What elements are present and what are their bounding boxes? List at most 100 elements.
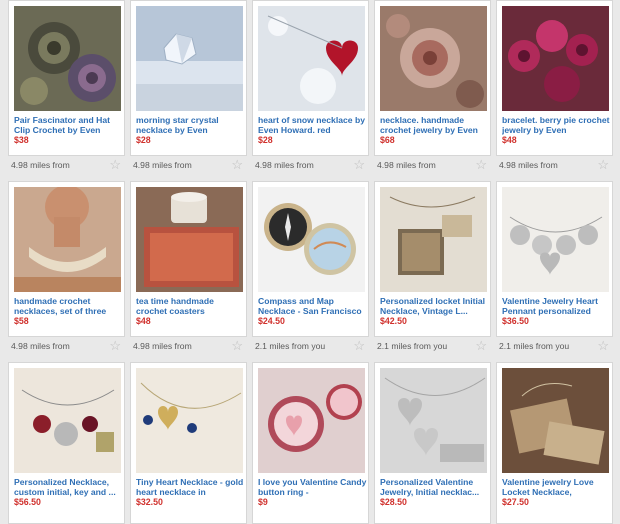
key-charm-image (14, 368, 121, 473)
locket-image (380, 187, 487, 292)
star-icon[interactable]: ☆ (109, 157, 121, 173)
listing-distance: 4.98 miles from (499, 160, 558, 170)
listing-distance: 4.98 miles from (133, 341, 192, 351)
listing-card[interactable]: Tiny Heart Necklace - gold heart necklac… (130, 362, 247, 524)
listing-price: $28 (258, 135, 273, 145)
listing-thumbnail[interactable] (258, 368, 365, 473)
listing-card[interactable]: Valentine jewelry Love Locket Necklace, … (496, 362, 613, 524)
compass-map-image (258, 187, 365, 292)
listing-price: $28 (136, 135, 151, 145)
initial-hearts-image (380, 368, 487, 473)
listing-distance: 2.1 miles from you (255, 341, 326, 351)
listing-price: $58 (14, 316, 29, 326)
star-icon[interactable]: ☆ (353, 338, 365, 354)
listing-title[interactable]: morning star crystal necklace by Even (136, 115, 246, 135)
listing-distance: 4.98 miles from (11, 160, 70, 170)
listing-thumbnail[interactable] (380, 368, 487, 473)
listing-price: $36.50 (502, 316, 529, 326)
listing-title[interactable]: Compass and Map Necklace - San Francisco (258, 296, 368, 316)
listing-price: $9 (258, 497, 268, 507)
listing-card[interactable]: Valentine Jewelry Heart Pennant personal… (496, 181, 613, 337)
star-icon[interactable]: ☆ (353, 157, 365, 173)
listing-price: $42.50 (380, 316, 407, 326)
listing-thumbnail[interactable] (136, 368, 243, 473)
listing-thumbnail[interactable] (502, 187, 609, 292)
listing-footer: 2.1 miles from you ☆ (496, 338, 613, 356)
star-icon[interactable]: ☆ (597, 338, 609, 354)
listing-card[interactable]: Pair Fascinator and Hat Clip Crochet by … (8, 0, 125, 156)
listing-footer: 2.1 miles from you ☆ (374, 338, 491, 356)
listing-thumbnail[interactable] (136, 187, 243, 292)
listing-title[interactable]: handmade crochet necklaces, set of three (14, 296, 124, 316)
listing-footer: 4.98 miles from ☆ (496, 157, 613, 175)
listing-card[interactable]: Compass and Map Necklace - San Francisco… (252, 181, 369, 337)
listing-title[interactable]: Personalized Necklace, custom initial, k… (14, 477, 124, 497)
listing-title[interactable]: necklace. handmade crochet jewelry by Ev… (380, 115, 490, 135)
listing-distance: 2.1 miles from you (499, 341, 570, 351)
listing-card[interactable]: tea time handmade crochet coasters $48 (130, 181, 247, 337)
heart-pennant-image (502, 187, 609, 292)
listing-card[interactable]: necklace. handmade crochet jewelry by Ev… (374, 0, 491, 156)
listing-card[interactable]: I love you Valentine Candy button ring -… (252, 362, 369, 524)
listing-distance: 4.98 miles from (11, 341, 70, 351)
listing-thumbnail[interactable] (136, 6, 243, 111)
flower-brooches-image (14, 6, 121, 111)
listing-distance: 4.98 miles from (255, 160, 314, 170)
listing-card[interactable]: Personalized Necklace, custom initial, k… (8, 362, 125, 524)
listing-title[interactable]: Personalized Valentine Jewelry, Initial … (380, 477, 490, 497)
listing-title[interactable]: Personalized locket Initial Necklace, Vi… (380, 296, 490, 316)
listing-title[interactable]: tea time handmade crochet coasters (136, 296, 246, 316)
listing-card[interactable]: morning star crystal necklace by Even $2… (130, 0, 247, 156)
listing-title[interactable]: Valentine jewelry Love Locket Necklace, (502, 477, 612, 497)
listing-thumbnail[interactable] (258, 187, 365, 292)
listing-price: $28.50 (380, 497, 407, 507)
berry-bracelet-image (502, 6, 609, 111)
heart-snow-image (258, 6, 365, 111)
listing-price: $27.50 (502, 497, 529, 507)
listing-card[interactable]: heart of snow necklace by Even Howard. r… (252, 0, 369, 156)
listing-title[interactable]: heart of snow necklace by Even Howard. r… (258, 115, 368, 135)
star-icon[interactable]: ☆ (231, 157, 243, 173)
listing-price: $68 (380, 135, 395, 145)
listing-card[interactable]: bracelet. berry pie crochet jewelry by E… (496, 0, 613, 156)
listing-title[interactable]: Valentine Jewelry Heart Pennant personal… (502, 296, 612, 316)
listing-distance: 2.1 miles from you (377, 341, 448, 351)
listing-footer: 4.98 miles from ☆ (130, 338, 247, 356)
listing-grid: Pair Fascinator and Hat Clip Crochet by … (0, 0, 620, 524)
star-icon[interactable]: ☆ (109, 338, 121, 354)
listing-footer: 4.98 miles from ☆ (8, 338, 125, 356)
star-icon[interactable]: ☆ (597, 157, 609, 173)
listing-title[interactable]: bracelet. berry pie crochet jewelry by E… (502, 115, 612, 135)
listing-card[interactable]: Personalized locket Initial Necklace, Vi… (374, 181, 491, 337)
listing-title[interactable]: Pair Fascinator and Hat Clip Crochet by … (14, 115, 124, 135)
listing-card[interactable]: Personalized Valentine Jewelry, Initial … (374, 362, 491, 524)
listing-thumbnail[interactable] (14, 187, 121, 292)
listing-thumbnail[interactable] (380, 6, 487, 111)
listing-price: $38 (14, 135, 29, 145)
listing-thumbnail[interactable] (502, 368, 609, 473)
listing-footer: 4.98 miles from ☆ (374, 157, 491, 175)
listing-title[interactable]: I love you Valentine Candy button ring - (258, 477, 368, 497)
crochet-necklace-image (380, 6, 487, 111)
listing-thumbnail[interactable] (14, 368, 121, 473)
neck-crochet-image (14, 187, 121, 292)
listing-thumbnail[interactable] (502, 6, 609, 111)
listing-distance: 4.98 miles from (133, 160, 192, 170)
crystal-snow-image (136, 6, 243, 111)
listing-thumbnail[interactable] (380, 187, 487, 292)
listing-price: $32.50 (136, 497, 163, 507)
listing-thumbnail[interactable] (258, 6, 365, 111)
listing-title[interactable]: Tiny Heart Necklace - gold heart necklac… (136, 477, 246, 497)
listing-price: $56.50 (14, 497, 41, 507)
star-icon[interactable]: ☆ (231, 338, 243, 354)
listing-footer: 4.98 miles from ☆ (130, 157, 247, 175)
star-icon[interactable]: ☆ (475, 338, 487, 354)
star-icon[interactable]: ☆ (475, 157, 487, 173)
listing-footer: 4.98 miles from ☆ (252, 157, 369, 175)
listing-thumbnail[interactable] (14, 6, 121, 111)
listing-card[interactable]: handmade crochet necklaces, set of three… (8, 181, 125, 337)
listing-footer: 4.98 miles from ☆ (8, 157, 125, 175)
listing-distance: 4.98 miles from (377, 160, 436, 170)
love-locket-image (502, 368, 609, 473)
listing-price: $48 (136, 316, 151, 326)
